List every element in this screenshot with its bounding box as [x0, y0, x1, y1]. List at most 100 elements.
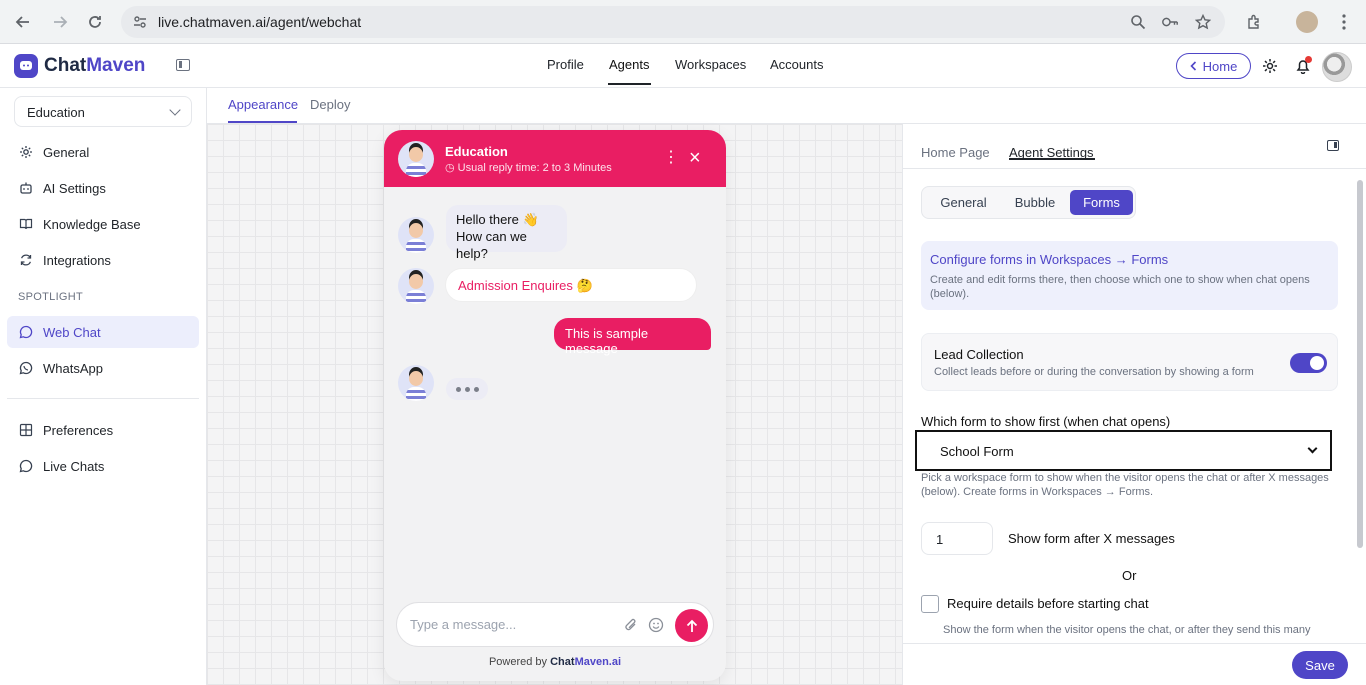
robot-icon [19, 181, 33, 195]
sidebar-item-label: Preferences [43, 422, 114, 438]
tab-appearance[interactable]: Appearance [228, 97, 298, 112]
password-key-icon[interactable] [1161, 13, 1179, 31]
user-message-bubble: This is sample message [554, 318, 711, 356]
first-form-help: Pick a workspace form to show when the v… [921, 472, 1329, 498]
after-messages-input[interactable]: 1 [921, 522, 993, 555]
emoji-icon[interactable] [647, 616, 665, 634]
extensions-icon[interactable] [1243, 11, 1265, 33]
home-button[interactable]: Home [1176, 53, 1251, 79]
clock-icon: ◷ [445, 162, 458, 174]
panel-scrollbar[interactable] [1357, 180, 1363, 548]
sidebar-item-label: General [43, 144, 90, 160]
segment-general[interactable]: General [926, 190, 1001, 215]
subtab-active-indicator [228, 121, 297, 123]
site-info-icon[interactable] [131, 13, 149, 31]
greeting-line: Hello there 👋 [456, 212, 539, 227]
lead-collection-title: Lead Collection [934, 347, 1024, 362]
tab-deploy[interactable]: Deploy [310, 97, 350, 112]
powered-by-brand[interactable]: ChatMaven.ai [550, 656, 621, 668]
browser-toolbar: live.chatmaven.ai/agent/webchat [0, 0, 1366, 44]
logo-text-suffix: Maven [86, 55, 146, 76]
workspace-select-value: Education [27, 105, 85, 120]
segment-bubble[interactable]: Bubble [1001, 190, 1069, 215]
kebab-menu-icon[interactable]: ⋮ [663, 150, 679, 166]
lead-collection-toggle[interactable] [1290, 353, 1327, 373]
arrow-up-icon [686, 619, 697, 632]
address-bar[interactable]: live.chatmaven.ai/agent/webchat [121, 6, 1225, 38]
attachment-icon[interactable] [622, 616, 640, 634]
logo-mark-icon [14, 54, 38, 78]
sidebar-item-web-chat[interactable]: Web Chat [7, 316, 199, 348]
require-details-help: Show the form when the visitor opens the… [943, 624, 1311, 636]
chevron-down-icon [1307, 443, 1318, 454]
chat-bubble-icon [19, 325, 33, 339]
lead-collection-description: Collect leads before or during the conve… [934, 366, 1254, 378]
tab-home-page[interactable]: Home Page [921, 145, 990, 160]
url-text[interactable]: live.chatmaven.ai/agent/webchat [158, 14, 361, 30]
settings-gear-icon[interactable] [1261, 57, 1279, 75]
sidebar-collapse-icon[interactable] [176, 59, 190, 71]
close-icon[interactable]: × [689, 148, 701, 168]
workspace-select[interactable]: Education [14, 96, 192, 127]
sidebar-item-preferences[interactable]: Preferences [7, 414, 199, 446]
bookmark-star-icon[interactable] [1194, 13, 1212, 31]
grid-icon [19, 423, 33, 437]
send-button[interactable] [675, 609, 708, 642]
nav-accounts[interactable]: Accounts [770, 57, 823, 72]
bot-avatar [398, 141, 434, 177]
configure-forms-link[interactable]: Configure forms in Workspaces → Forms [930, 252, 1168, 267]
sidebar-item-whatsapp[interactable]: WhatsApp [7, 352, 199, 384]
sidebar-item-general[interactable]: General [7, 136, 199, 168]
or-divider-label: Or [1122, 568, 1137, 583]
sidebar-item-label: Live Chats [43, 458, 105, 474]
app-header: ChatMaven Profile Agents Workspaces Acco… [0, 44, 1366, 88]
nav-workspaces[interactable]: Workspaces [675, 57, 746, 72]
powered-brand-a: Chat [550, 656, 575, 668]
chevron-left-icon [1190, 61, 1196, 71]
browser-menu-icon[interactable] [1333, 11, 1355, 33]
bot-greeting-bubble: Hello there 👋 How can we help? [446, 205, 567, 261]
chat-header: Education ◷ Usual reply time: 2 to 3 Min… [384, 130, 726, 187]
logo-text: ChatMaven [44, 55, 145, 77]
sidebar-item-label: AI Settings [43, 180, 106, 196]
segment-forms[interactable]: Forms [1070, 190, 1133, 215]
sidebar-item-ai-settings[interactable]: AI Settings [7, 172, 199, 204]
user-avatar[interactable] [1322, 52, 1352, 82]
zoom-icon[interactable] [1129, 13, 1147, 31]
save-button[interactable]: Save [1292, 651, 1348, 679]
sidebar-item-live-chats[interactable]: Live Chats [7, 450, 199, 482]
after-messages-label: Show form after X messages [1008, 531, 1175, 546]
reload-icon[interactable] [84, 11, 106, 33]
chat-message-input[interactable]: Type a message... [396, 602, 714, 647]
logo[interactable]: ChatMaven [14, 54, 145, 78]
lead-collection-card: Lead Collection Collect leads before or … [921, 333, 1338, 391]
chat-subtitle: ◷ Usual reply time: 2 to 3 Minutes [445, 161, 612, 174]
forward-icon[interactable] [49, 11, 71, 33]
panel-toggle-icon[interactable] [1327, 140, 1339, 151]
nav-agents[interactable]: Agents [609, 57, 649, 72]
require-details-checkbox[interactable] [921, 595, 939, 613]
first-form-label: Which form to show first (when chat open… [921, 414, 1171, 429]
quick-reply-button[interactable]: Admission Enquires 🤔 [445, 268, 697, 302]
powered-by-prefix: Powered by [488, 656, 551, 668]
sidebar-item-integrations[interactable]: Integrations [7, 244, 199, 276]
greeting-line: How can we help? [456, 229, 527, 261]
back-icon[interactable] [12, 11, 34, 33]
powered-brand-b: Maven.ai [574, 656, 622, 668]
profile-avatar-icon[interactable] [1296, 11, 1318, 33]
bot-avatar [398, 217, 434, 253]
require-details-label[interactable]: Require details before starting chat [947, 596, 1149, 611]
book-icon [19, 217, 33, 231]
subtabs: Appearance Deploy [207, 88, 1366, 124]
forms-info-box: Configure forms in Workspaces → Forms Cr… [921, 241, 1338, 310]
notification-badge [1305, 56, 1312, 63]
refresh-icon [19, 253, 33, 267]
info-description: Create and edit forms there, then choose… [930, 274, 1310, 300]
first-form-select[interactable]: School Form [915, 430, 1332, 471]
logo-text-prefix: Chat [44, 55, 87, 76]
panel-tab-indicator [1009, 158, 1095, 160]
sidebar-item-knowledge-base[interactable]: Knowledge Base [7, 208, 199, 240]
sidebar-item-label: Integrations [43, 252, 111, 268]
typing-indicator [446, 378, 488, 400]
nav-profile[interactable]: Profile [547, 57, 584, 72]
